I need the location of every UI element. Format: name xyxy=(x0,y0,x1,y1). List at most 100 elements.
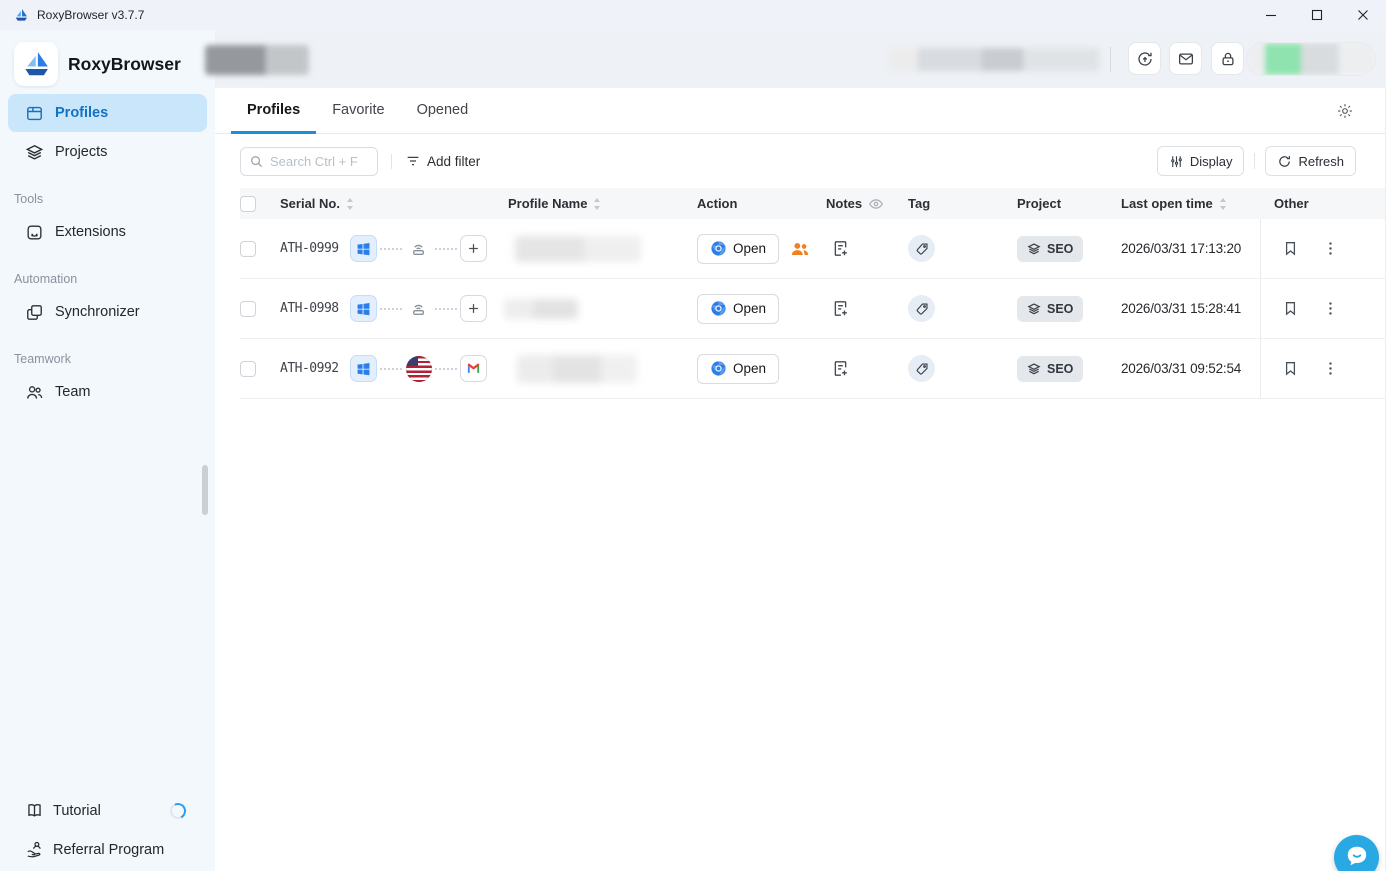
layers-icon xyxy=(1027,242,1041,256)
profile-name-cell xyxy=(508,279,697,338)
table-row: ATH-0992 Open xyxy=(240,339,1385,399)
action-cell: Open xyxy=(697,219,826,278)
tag-button[interactable] xyxy=(908,355,935,382)
sort-icon[interactable] xyxy=(593,198,601,210)
display-button[interactable]: Display xyxy=(1157,146,1245,176)
sidebar-section-automation: Automation xyxy=(0,252,215,293)
windows-os-button[interactable] xyxy=(350,235,377,262)
open-profile-button[interactable]: Open xyxy=(697,354,779,384)
project-name: SEO xyxy=(1047,242,1073,256)
refresh-icon xyxy=(1277,154,1292,169)
add-account-button[interactable] xyxy=(460,295,487,322)
account-chip[interactable] xyxy=(1246,42,1376,76)
tag-button[interactable] xyxy=(908,295,935,322)
sidebar-item-referral-program[interactable]: Referral Program xyxy=(0,830,215,869)
col-action: Action xyxy=(697,196,826,211)
col-label: Serial No. xyxy=(280,196,340,211)
tag-button[interactable] xyxy=(908,235,935,262)
col-label: Notes xyxy=(826,196,862,211)
open-profile-button[interactable]: Open xyxy=(697,294,779,324)
tab-opened[interactable]: Opened xyxy=(401,88,485,134)
kebab-menu-icon[interactable] xyxy=(1322,240,1339,257)
sidebar-scrollbar-thumb[interactable] xyxy=(202,465,208,515)
proxy-router-icon xyxy=(409,239,428,258)
add-note-icon[interactable] xyxy=(831,299,850,318)
sort-icon[interactable] xyxy=(346,198,354,210)
add-note-icon[interactable] xyxy=(831,359,850,378)
eye-icon[interactable] xyxy=(868,196,884,212)
sidebar-item-synchronizer[interactable]: Synchronizer xyxy=(8,293,207,331)
add-note-icon[interactable] xyxy=(831,239,850,258)
serial-number: ATH-0999 xyxy=(280,241,350,256)
windows-os-button[interactable] xyxy=(350,355,377,382)
tag-cell xyxy=(908,339,1017,398)
row-checkbox[interactable] xyxy=(240,361,256,377)
maximize-button[interactable] xyxy=(1294,0,1340,30)
sidebar-item-label: Extensions xyxy=(55,224,126,240)
search-input[interactable] xyxy=(270,154,369,169)
proxy-slot[interactable] xyxy=(405,356,432,382)
bookmark-icon[interactable] xyxy=(1282,360,1299,377)
lock-button[interactable] xyxy=(1211,42,1244,75)
sidebar-item-tutorial[interactable]: Tutorial xyxy=(0,791,215,830)
project-badge[interactable]: SEO xyxy=(1017,236,1083,262)
extension-box-icon xyxy=(25,223,44,242)
tag-icon xyxy=(915,302,929,316)
close-button[interactable] xyxy=(1340,0,1386,30)
mail-button[interactable] xyxy=(1169,42,1202,75)
display-label: Display xyxy=(1190,154,1233,169)
notes-cell xyxy=(826,219,908,278)
last-open-time: 2026/03/31 17:13:20 xyxy=(1121,241,1241,256)
search-box[interactable] xyxy=(240,147,378,176)
button-separator xyxy=(1254,153,1255,169)
open-label: Open xyxy=(733,361,766,376)
sort-icon[interactable] xyxy=(1219,198,1227,210)
gmail-account-button[interactable] xyxy=(460,355,487,382)
project-badge[interactable]: SEO xyxy=(1017,356,1083,382)
sidebar-item-extensions[interactable]: Extensions xyxy=(8,213,207,251)
sidebar-item-profiles[interactable]: Profiles xyxy=(8,94,207,132)
row-checkbox[interactable] xyxy=(240,301,256,317)
sidebar-nav: Profiles Projects Tools Extensions Autom… xyxy=(0,94,215,411)
layers-icon xyxy=(1027,302,1041,316)
add-filter-button[interactable]: Add filter xyxy=(405,153,480,169)
sidebar-section-tools: Tools xyxy=(0,172,215,213)
profiles-card: Profiles Favorite Opened Add filter xyxy=(215,88,1386,871)
refresh-button[interactable]: Refresh xyxy=(1265,146,1356,176)
settings-gear-icon[interactable] xyxy=(1336,102,1354,120)
proxy-slot[interactable] xyxy=(405,299,432,318)
col-profile-name: Profile Name xyxy=(508,196,697,211)
redacted-account-info xyxy=(1247,43,1375,75)
plus-icon xyxy=(466,241,481,256)
sidebar-item-team[interactable]: Team xyxy=(8,373,207,411)
open-profile-button[interactable]: Open xyxy=(697,234,779,264)
sidebar-item-projects[interactable]: Projects xyxy=(8,133,207,171)
book-icon xyxy=(25,801,44,820)
windows-os-button[interactable] xyxy=(350,295,377,322)
sync-button[interactable] xyxy=(1128,42,1161,75)
project-badge[interactable]: SEO xyxy=(1017,296,1083,322)
bookmark-icon[interactable] xyxy=(1282,240,1299,257)
browser-window-icon xyxy=(25,104,44,123)
proxy-slot[interactable] xyxy=(405,239,432,258)
sidebar-item-label: Referral Program xyxy=(53,842,164,858)
minimize-button[interactable] xyxy=(1248,0,1294,30)
kebab-menu-icon[interactable] xyxy=(1322,360,1339,377)
add-account-button[interactable] xyxy=(460,235,487,262)
col-serial: Serial No. xyxy=(280,196,508,211)
col-last-open-time: Last open time xyxy=(1121,196,1260,211)
kebab-menu-icon[interactable] xyxy=(1322,300,1339,317)
sidebar-footer: Tutorial Referral Program xyxy=(0,791,215,869)
select-all-checkbox[interactable] xyxy=(240,196,256,212)
bookmark-icon[interactable] xyxy=(1282,300,1299,317)
profile-name-cell xyxy=(508,339,697,398)
tab-profiles[interactable]: Profiles xyxy=(231,88,316,134)
brand-name: RoxyBrowser xyxy=(68,54,181,75)
tab-favorite[interactable]: Favorite xyxy=(316,88,400,134)
sidebar-item-label: Team xyxy=(55,384,90,400)
row-checkbox[interactable] xyxy=(240,241,256,257)
window-controls xyxy=(1248,0,1386,30)
serial-number: ATH-0998 xyxy=(280,301,350,316)
notes-cell xyxy=(826,279,908,338)
windows-icon xyxy=(356,361,371,376)
